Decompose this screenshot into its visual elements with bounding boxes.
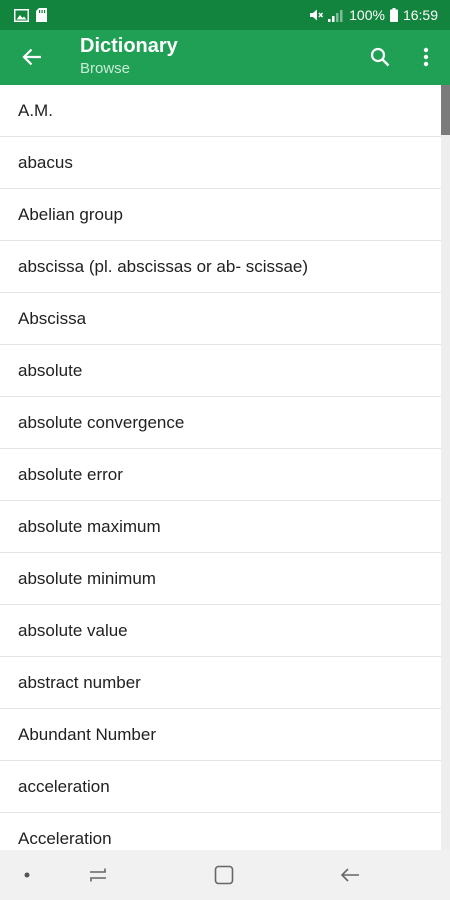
gallery-notification-icon [14,8,29,22]
list-item[interactable]: absolute error [0,449,450,501]
battery-icon [389,8,398,22]
list-item-label: abstract number [18,672,141,692]
page-subtitle: Browse [80,60,131,77]
arrow-back-icon [22,48,42,66]
list-item-label: absolute [18,360,83,380]
status-right-icons: 100% 16:59 [309,7,438,23]
home-icon [214,865,234,885]
list-item-label: Abscissa [18,308,87,328]
back-icon [340,867,360,883]
list-item-label: A.M. [18,100,53,120]
signal-icon [328,9,344,22]
status-left-icons [14,8,47,22]
recent-apps-icon [88,867,108,883]
list-item-label: Abelian group [18,204,123,224]
list-item[interactable]: abstract number [0,657,450,709]
status-bar: 100% 16:59 [0,0,450,30]
home-button[interactable] [204,850,244,900]
list-item[interactable]: Abelian group [0,189,450,241]
list-item[interactable]: absolute value [0,605,450,657]
list-item[interactable]: abscissa (pl. abscissas or ab- scissae) [0,241,450,293]
search-button[interactable] [360,37,400,77]
list-item[interactable]: absolute convergence [0,397,450,449]
back-button[interactable] [12,37,52,77]
list-item-label: abacus [18,152,73,172]
list-item-label: absolute value [18,620,128,640]
list-item[interactable]: abacus [0,137,450,189]
list-item[interactable]: Acceleration [0,813,450,850]
page-title: Dictionary [80,35,178,57]
list-item-label: Acceleration [18,828,112,848]
overflow-menu-button[interactable] [408,37,444,77]
list-item[interactable]: absolute minimum [0,553,450,605]
system-back-button[interactable] [330,850,370,900]
mute-icon [309,8,324,22]
list-item-label: absolute error [18,464,123,484]
list-item-label: absolute minimum [18,568,156,588]
term-list: A.M. abacus Abelian group abscissa (pl. abs… [0,85,450,850]
recent-apps-button[interactable] [78,850,118,900]
nav-dot-button[interactable] [12,850,42,900]
battery-percent: 100% [349,7,385,23]
more-vert-icon [423,47,429,67]
search-icon [370,47,390,67]
scrollbar-track[interactable] [441,85,450,850]
list-item-label: absolute maximum [18,516,161,536]
navigation-bar [0,850,450,900]
list-item[interactable]: acceleration [0,761,450,813]
storage-notification-icon [36,8,47,22]
status-time: 16:59 [402,7,438,23]
scrollbar-thumb[interactable] [441,85,450,135]
list-item-label: absolute convergence [18,412,185,432]
app-bar: Dictionary Browse [0,30,450,85]
list-item[interactable]: absolute maximum [0,501,450,553]
dot-icon [24,872,30,878]
list-item[interactable]: A.M. [0,85,450,137]
list-item-label: abscissa (pl. abscissas or ab- scissae) [18,256,309,276]
list-item-label: acceleration [18,776,110,796]
list-item[interactable]: Abundant Number [0,709,450,761]
title-block: Dictionary Browse [80,34,178,79]
list-item[interactable]: absolute [0,345,450,397]
list-item[interactable]: Abscissa [0,293,450,345]
list-item-label: Abundant Number [18,724,156,744]
